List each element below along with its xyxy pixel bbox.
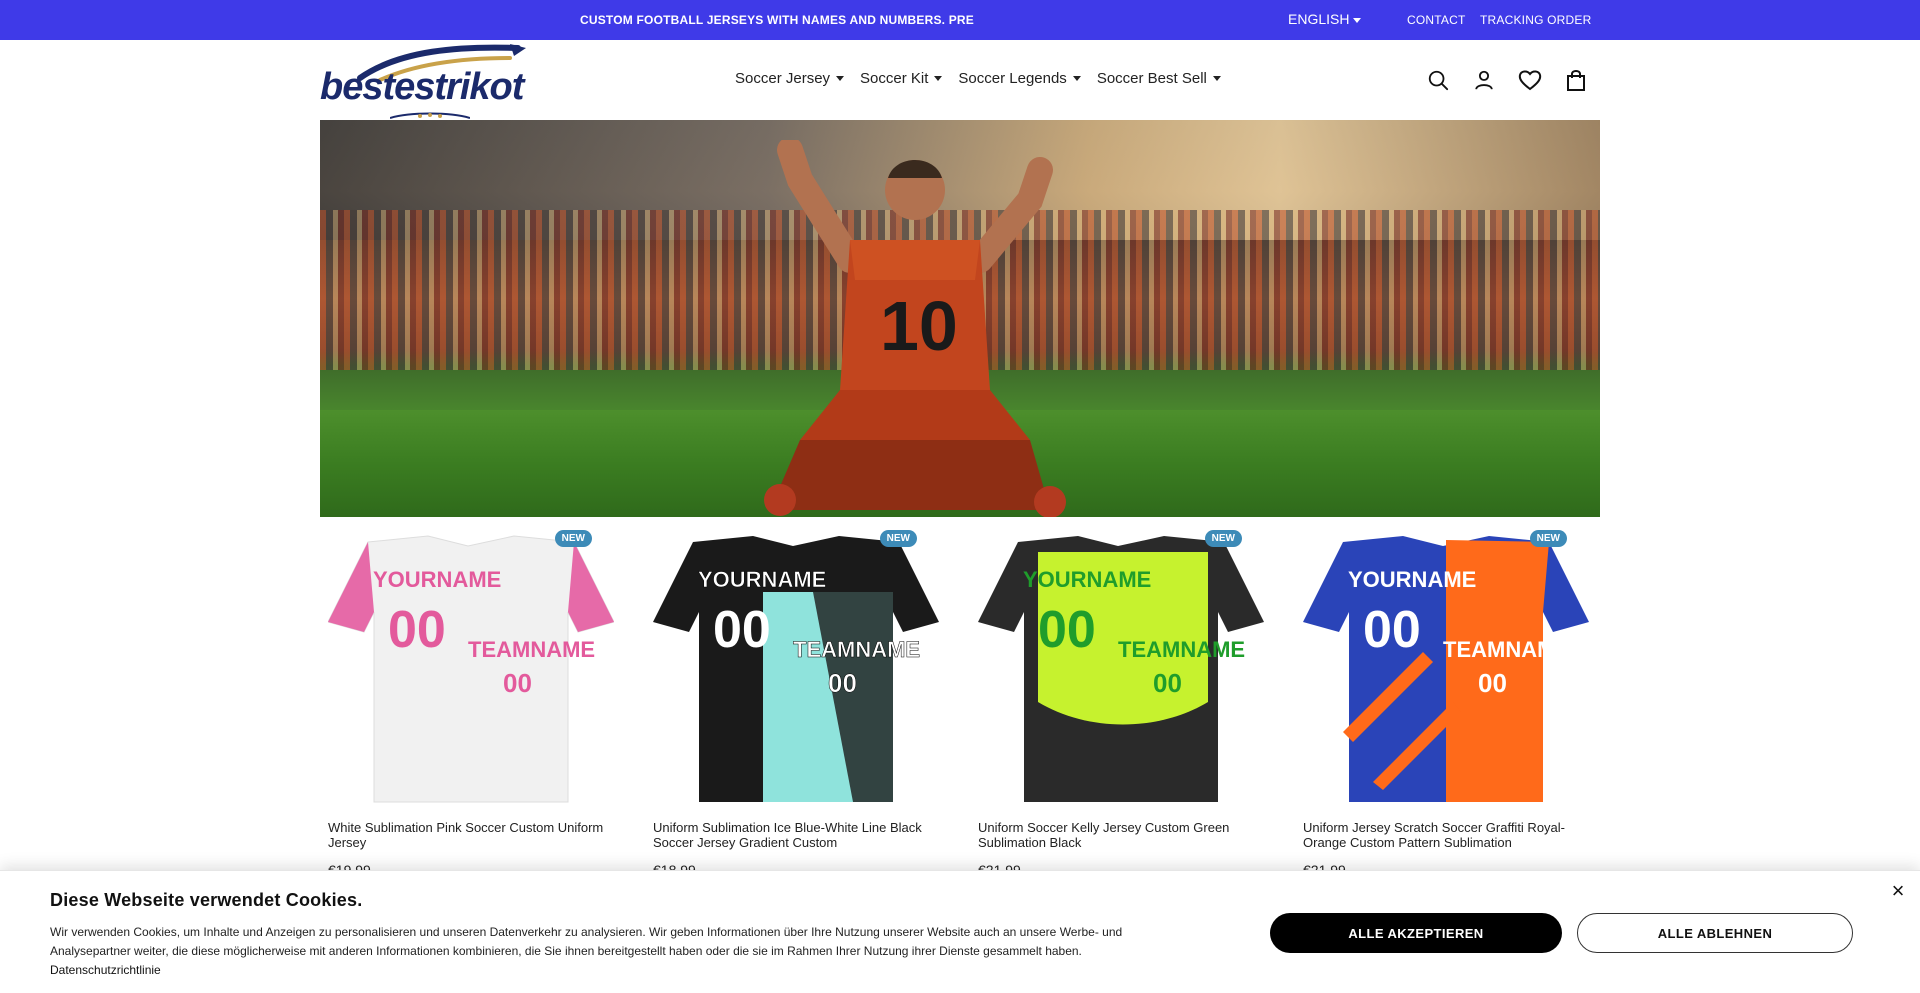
nav-soccer-jersey[interactable]: Soccer Jersey [735, 70, 845, 87]
product-image: YOURNAME 00 TEAMNAME 00 [1303, 532, 1589, 808]
jersey-team-text: TEAMNAME [793, 637, 920, 662]
nav-soccer-kit[interactable]: Soccer Kit [860, 70, 943, 87]
nav-label: Soccer Jersey [735, 70, 831, 87]
jersey-number-text: 00 [713, 601, 771, 659]
nav-label: Soccer Legends [958, 70, 1067, 87]
chevron-down-icon [934, 76, 943, 81]
search-icon[interactable] [1426, 68, 1450, 92]
cookie-description: Wir verwenden Cookies, um Inhalte und An… [50, 925, 1123, 958]
site-header: bestestrikot Soccer Jersey Soccer Kit So… [0, 40, 1920, 120]
reject-all-button[interactable]: ALLE ABLEHNEN [1577, 913, 1853, 953]
new-badge: NEW [879, 530, 917, 547]
accept-all-button[interactable]: ALLE AKZEPTIEREN [1270, 913, 1562, 953]
chevron-down-icon [836, 76, 845, 81]
new-badge: NEW [1529, 530, 1567, 547]
announcement-bar: CUSTOM FOOTBALL JERSEYS WITH NAMES AND N… [0, 0, 1920, 40]
jersey-number-text: 00 [388, 601, 446, 659]
tracking-order-link[interactable]: TRACKING ORDER [1480, 13, 1591, 27]
contact-link[interactable]: CONTACT [1407, 13, 1466, 27]
jersey-team-text: TEAMNAME [468, 637, 595, 662]
jersey-team-text: TEAMNAME [1118, 637, 1245, 662]
product-title[interactable]: Uniform Jersey Scratch Soccer Graffiti R… [1303, 820, 1579, 850]
jersey-name-text: YOURNAME [373, 567, 501, 592]
language-label: ENGLISH [1288, 11, 1350, 27]
jersey-team-text: TEAMNAME [1443, 637, 1570, 662]
product-title[interactable]: White Sublimation Pink Soccer Custom Uni… [328, 820, 604, 850]
cart-bag-icon[interactable] [1564, 68, 1588, 92]
jersey-name-text: YOURNAME [1348, 567, 1476, 592]
product-title[interactable]: Uniform Sublimation Ice Blue-White Line … [653, 820, 929, 850]
logo-wordmark: bestestrikot [320, 66, 524, 108]
jersey-number-text: 00 [503, 668, 532, 698]
chevron-down-icon [1212, 76, 1221, 81]
site-logo[interactable]: bestestrikot [320, 44, 532, 120]
product-card[interactable]: YOURNAME 00 TEAMNAME 00 NEW Uniform Subl… [645, 526, 945, 886]
jersey-number-text: 00 [1478, 668, 1507, 698]
jersey-number-text: 00 [1153, 668, 1182, 698]
product-title[interactable]: Uniform Soccer Kelly Jersey Custom Green… [978, 820, 1254, 850]
cookie-title: Diese Webseite verwendet Cookies. [50, 890, 363, 910]
jersey-number-text: 00 [1038, 601, 1096, 659]
new-badge: NEW [1204, 530, 1242, 547]
account-icon[interactable] [1472, 68, 1496, 92]
nav-label: Soccer Best Sell [1096, 70, 1207, 87]
product-card[interactable]: YOURNAME 00 TEAMNAME 00 NEW Uniform Jers… [1295, 526, 1595, 886]
privacy-policy-link[interactable]: Datenschutzrichtlinie [50, 963, 161, 977]
new-badge: NEW [554, 530, 592, 547]
promo-text: CUSTOM FOOTBALL JERSEYS WITH NAMES AND N… [580, 13, 975, 27]
jersey-name-text: YOURNAME [1023, 567, 1151, 592]
product-image: YOURNAME 00 TEAMNAME 00 [653, 532, 939, 808]
jersey-name-text: YOURNAME [698, 567, 826, 592]
chevron-down-icon [1353, 17, 1362, 23]
language-selector[interactable]: ENGLISH [1288, 11, 1362, 27]
product-card[interactable]: YOURNAME 00 TEAMNAME 00 NEW Uniform Socc… [970, 526, 1270, 886]
hero-player-image: 10 [764, 140, 1066, 517]
product-grid: YOURNAME 00 TEAMNAME 00 NEW White Sublim… [320, 526, 1600, 886]
nav-soccer-legends[interactable]: Soccer Legends [958, 70, 1081, 87]
main-nav: Soccer Jersey Soccer Kit Soccer Legends … [735, 70, 1221, 87]
nav-label: Soccer Kit [860, 70, 929, 87]
cookie-consent-banner: Diese Webseite verwendet Cookies. Wir ve… [0, 870, 1920, 993]
hero-banner[interactable]: 10 [320, 120, 1600, 517]
wishlist-heart-icon[interactable] [1518, 68, 1542, 92]
hero-jersey-number: 10 [880, 287, 958, 365]
product-card[interactable]: YOURNAME 00 TEAMNAME 00 NEW White Sublim… [320, 526, 620, 886]
jersey-number-text: 00 [1363, 601, 1421, 659]
nav-soccer-best-sell[interactable]: Soccer Best Sell [1097, 70, 1221, 87]
chevron-down-icon [1072, 76, 1081, 81]
header-icons [1426, 68, 1588, 92]
product-image: YOURNAME 00 TEAMNAME 00 [328, 532, 614, 808]
logo-stars-icon [390, 112, 470, 119]
product-image: YOURNAME 00 TEAMNAME 00 [978, 532, 1264, 808]
close-icon[interactable]: × [1888, 880, 1908, 902]
jersey-number-text: 00 [828, 668, 857, 698]
